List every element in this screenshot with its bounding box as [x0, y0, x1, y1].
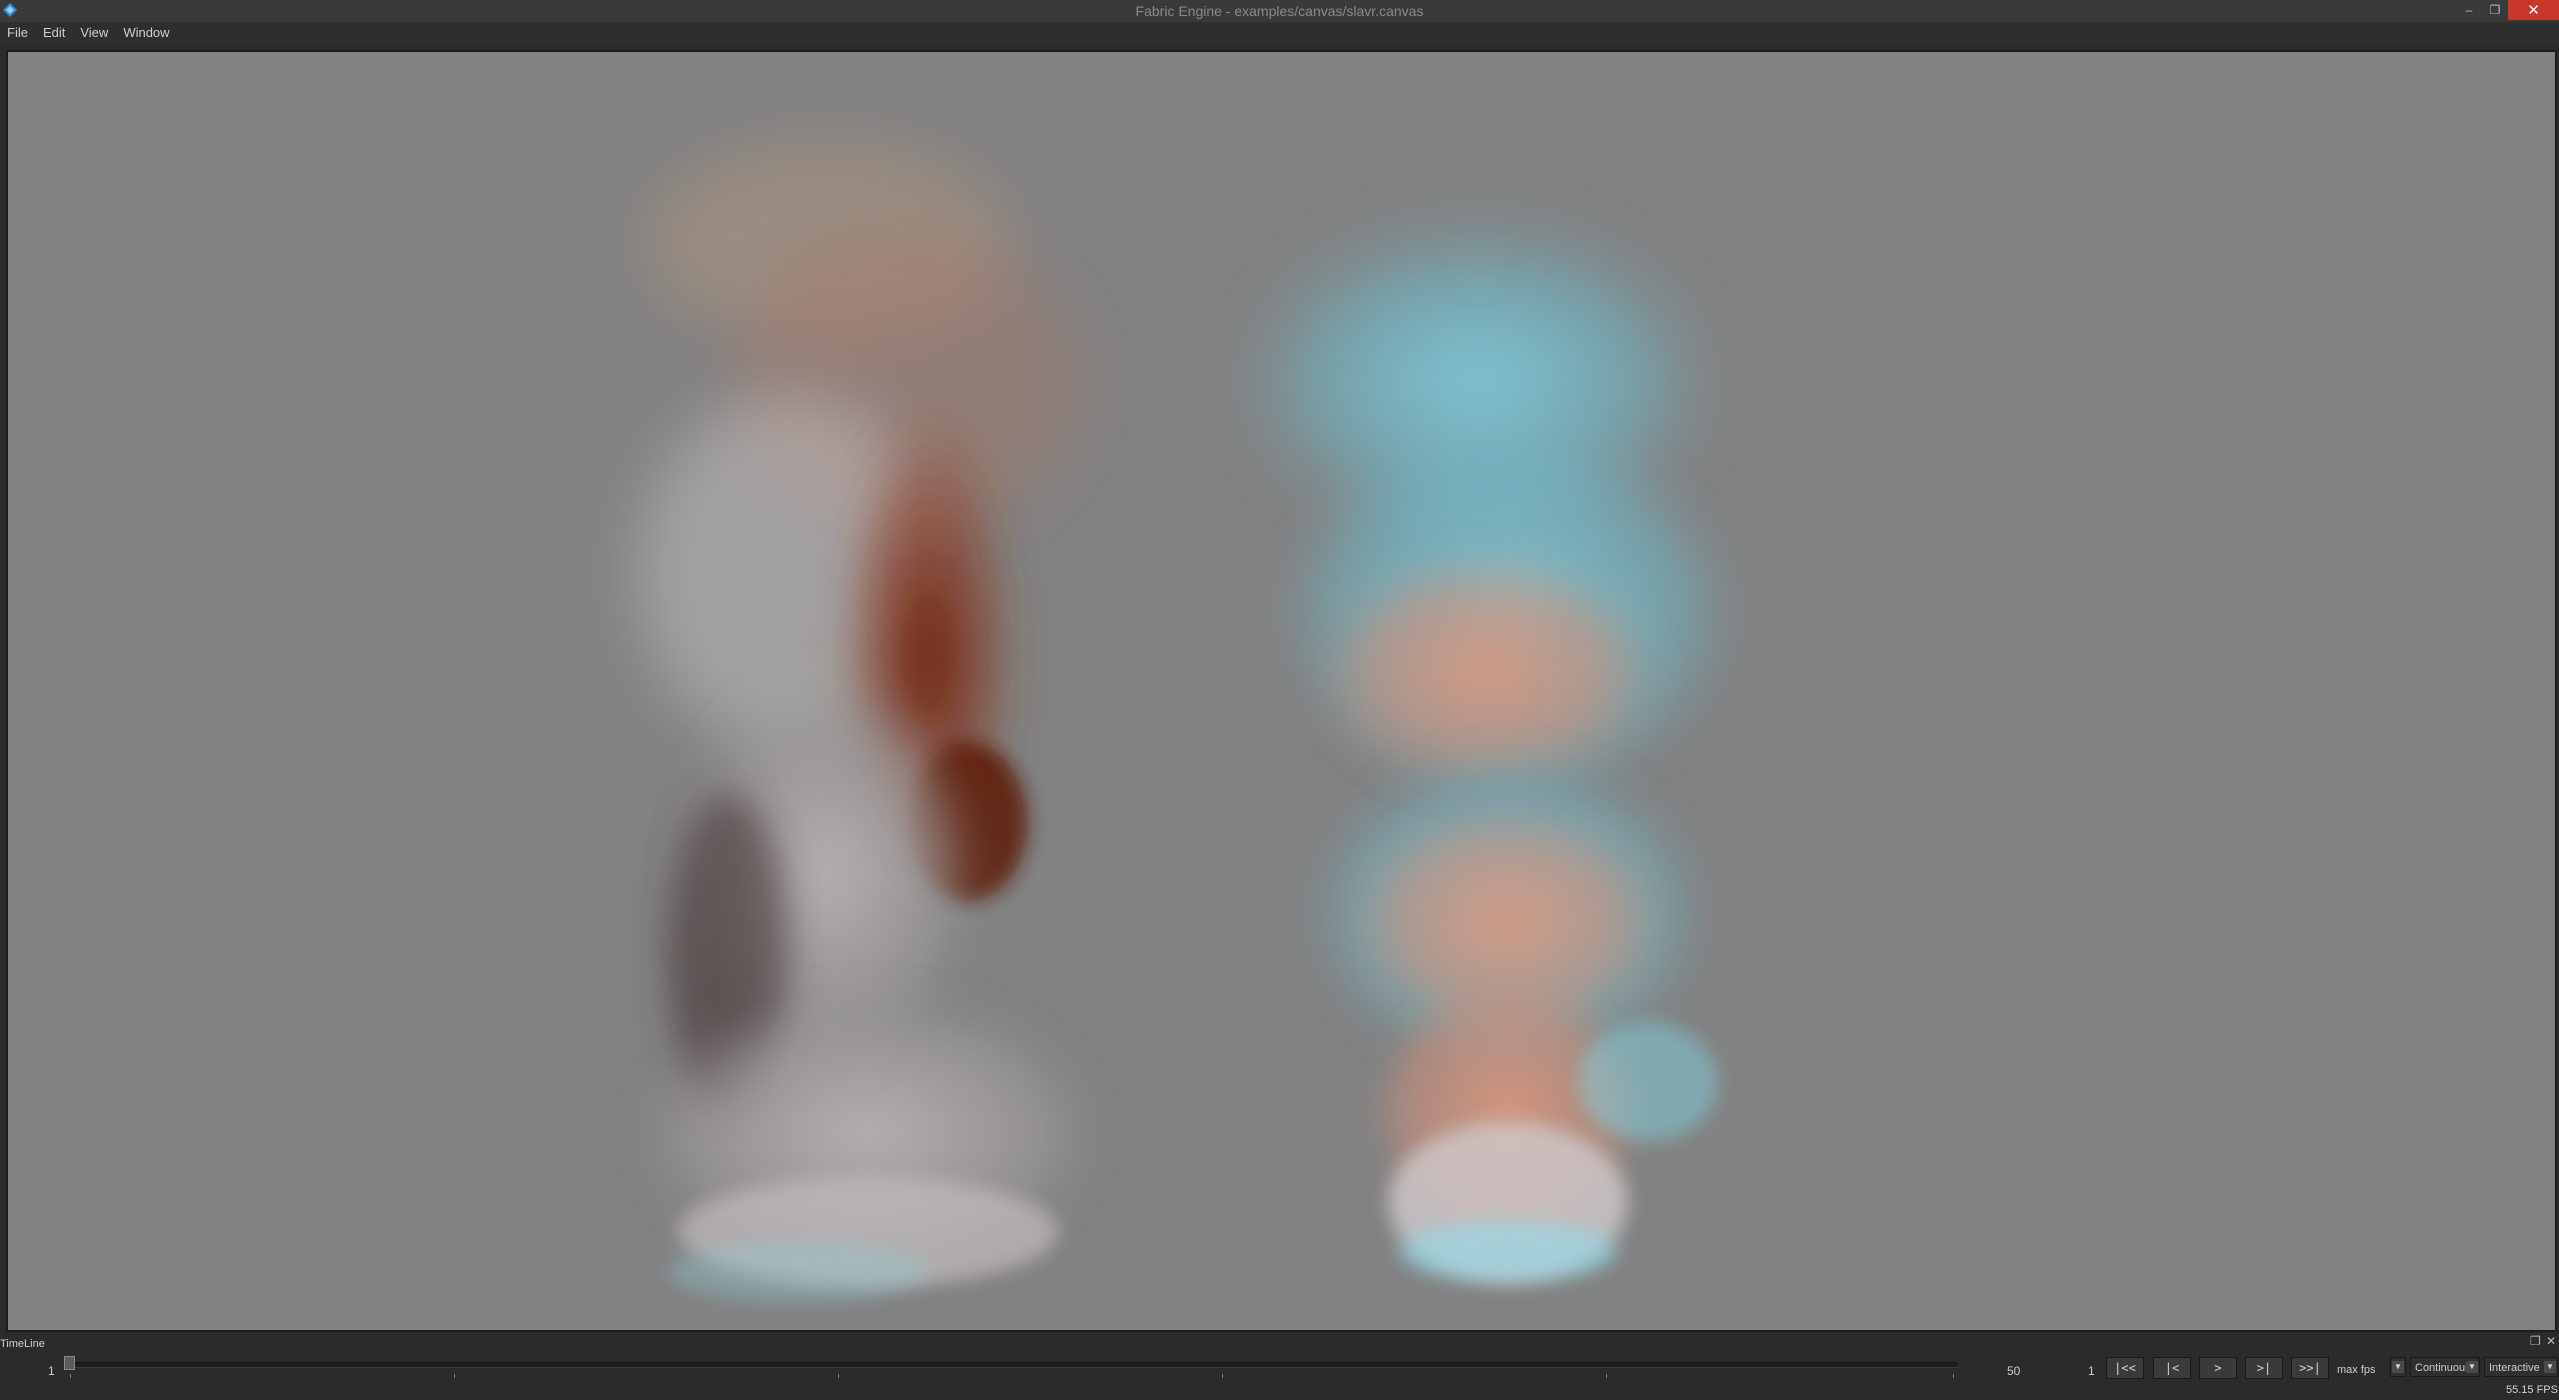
chevron-down-icon: ▼: [2544, 1361, 2556, 1373]
window-title: Fabric Engine - examples/canvas/slavr.ca…: [1135, 3, 1424, 19]
title-bar: Fabric Engine - examples/canvas/slavr.ca…: [0, 0, 2559, 22]
left-smoke-plume: [638, 142, 1098, 1302]
menu-bar: File Edit View Window: [0, 22, 2559, 44]
timeline-tick: [1953, 1374, 1954, 1378]
timeline-slider-handle[interactable]: [64, 1356, 75, 1370]
loop-mode-dropdown[interactable]: Continuous ▼: [2410, 1357, 2480, 1377]
chevron-down-icon: ▼: [2466, 1361, 2478, 1373]
timeline-slider-track[interactable]: [68, 1362, 1958, 1368]
viewport[interactable]: [6, 50, 2557, 1332]
maximize-button[interactable]: ❐: [2482, 0, 2508, 20]
timeline-tick: [838, 1374, 839, 1378]
timeline-title: TimeLine: [0, 1338, 45, 1350]
start-frame-label: 1: [48, 1364, 55, 1378]
fps-mode-label: max fps: [2337, 1364, 2376, 1376]
chevron-down-icon: ▼: [2392, 1361, 2404, 1373]
dock-float-button[interactable]: ❐: [2530, 1334, 2541, 1348]
go-to-start-button[interactable]: |<<: [2106, 1357, 2144, 1379]
end-frame-label[interactable]: 50: [2007, 1364, 2020, 1378]
menu-window[interactable]: Window: [116, 22, 177, 44]
current-frame-label[interactable]: 1: [2088, 1364, 2095, 1378]
smoke-render[interactable]: [8, 52, 2555, 1330]
play-button[interactable]: >: [2199, 1357, 2237, 1379]
step-forward-button[interactable]: >|: [2245, 1357, 2283, 1379]
timeline-tick: [1606, 1374, 1607, 1378]
timeline-tick: [70, 1374, 71, 1378]
minimize-button[interactable]: –: [2456, 0, 2482, 20]
go-to-end-button[interactable]: >>|: [2291, 1357, 2329, 1379]
timeline-tick: [454, 1374, 455, 1378]
sim-mode-dropdown[interactable]: Interactive ▼: [2484, 1357, 2558, 1377]
step-back-button[interactable]: |<: [2153, 1357, 2191, 1379]
fps-readout: 55.15 FPS: [2506, 1384, 2558, 1396]
menu-file[interactable]: File: [0, 22, 36, 44]
loop-mode-value: Continuous: [2415, 1362, 2471, 1374]
menu-view[interactable]: View: [73, 22, 116, 44]
close-button[interactable]: ✕: [2508, 0, 2559, 20]
dock-close-button[interactable]: ✕: [2546, 1334, 2556, 1348]
fps-mode-dropdown[interactable]: ▼: [2390, 1357, 2406, 1377]
timeline-tick: [1222, 1374, 1223, 1378]
sim-mode-value: Interactive: [2489, 1362, 2540, 1374]
menu-edit[interactable]: Edit: [36, 22, 73, 44]
right-smoke-plume: [1248, 222, 1738, 1282]
